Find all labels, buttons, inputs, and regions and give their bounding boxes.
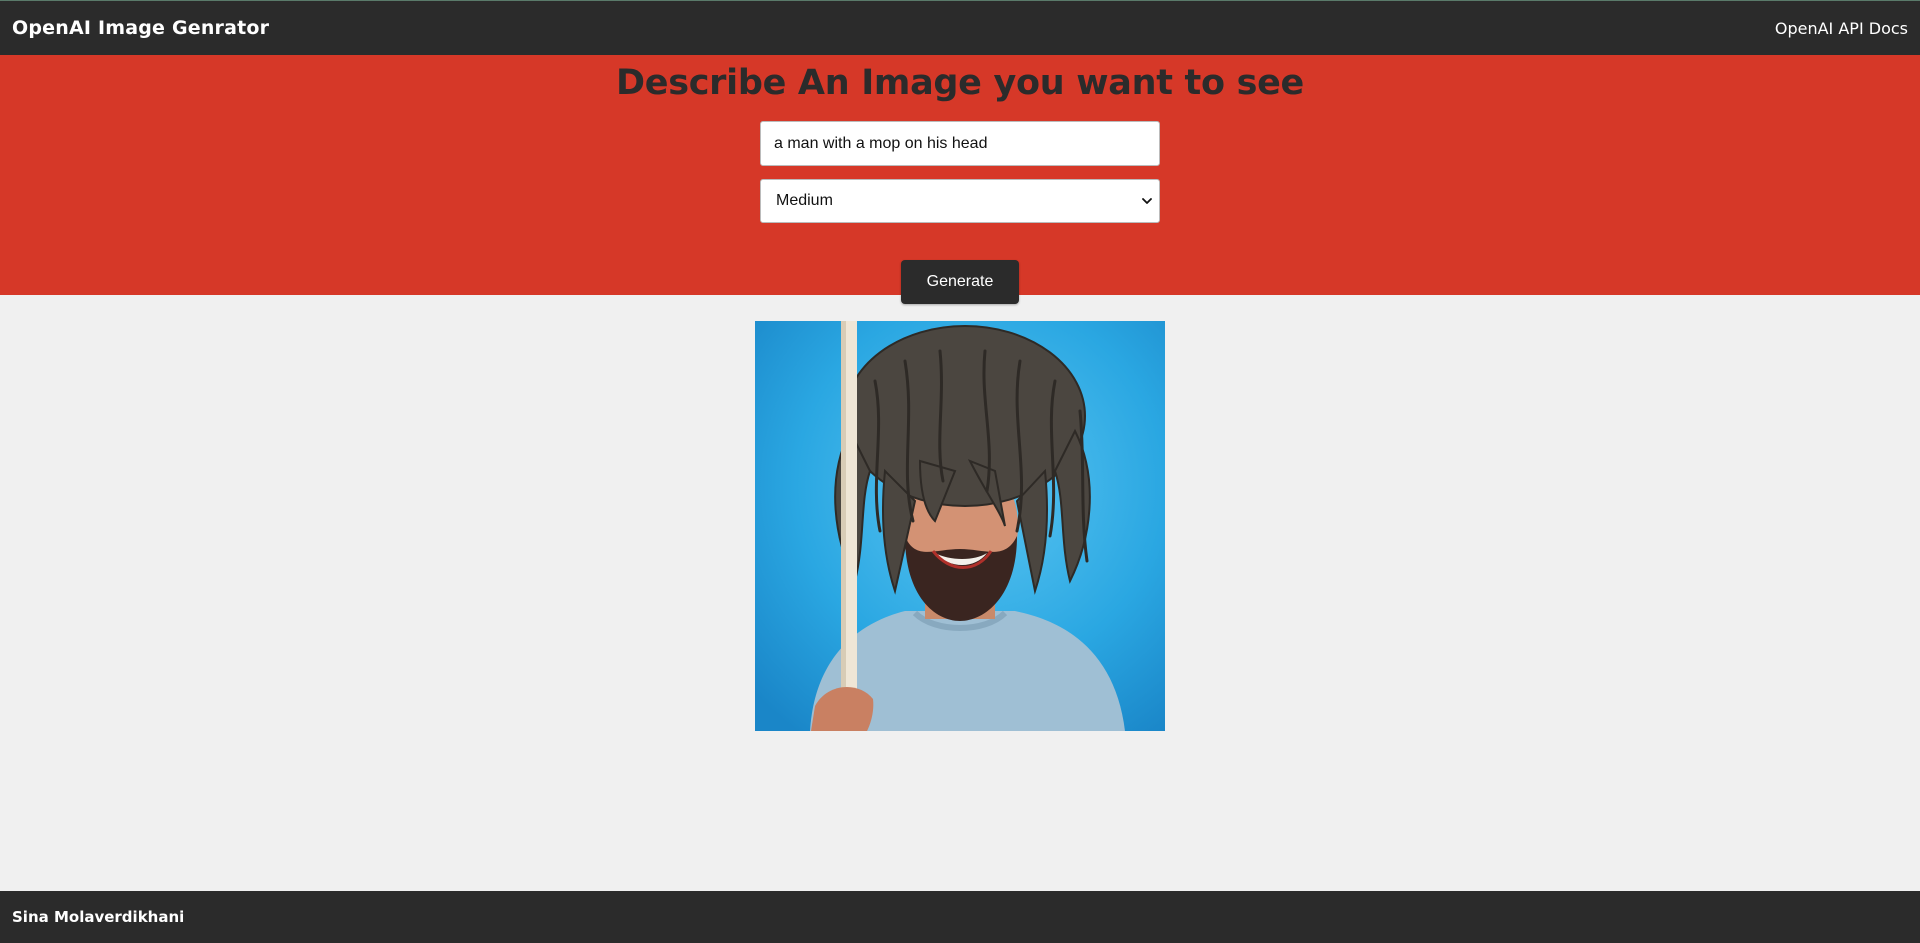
brand-title[interactable]: OpenAI Image Genrator <box>12 17 269 39</box>
api-docs-link[interactable]: OpenAI API Docs <box>1775 19 1908 38</box>
page-title: Describe An Image you want to see <box>616 63 1304 103</box>
footer: Sina Molaverdikhani <box>0 891 1920 943</box>
size-select-value: Medium <box>776 192 833 209</box>
size-select[interactable]: Medium <box>760 179 1160 223</box>
generated-image <box>755 321 1165 731</box>
generated-portrait-icon <box>755 321 1165 731</box>
prompt-input[interactable] <box>760 121 1160 166</box>
chevron-down-icon <box>1142 198 1152 204</box>
navbar: OpenAI Image Genrator OpenAI API Docs <box>0 0 1920 55</box>
generate-button[interactable]: Generate <box>901 260 1019 304</box>
prompt-section: Describe An Image you want to see Medium <box>0 55 1920 295</box>
footer-author: Sina Molaverdikhani <box>12 908 185 926</box>
